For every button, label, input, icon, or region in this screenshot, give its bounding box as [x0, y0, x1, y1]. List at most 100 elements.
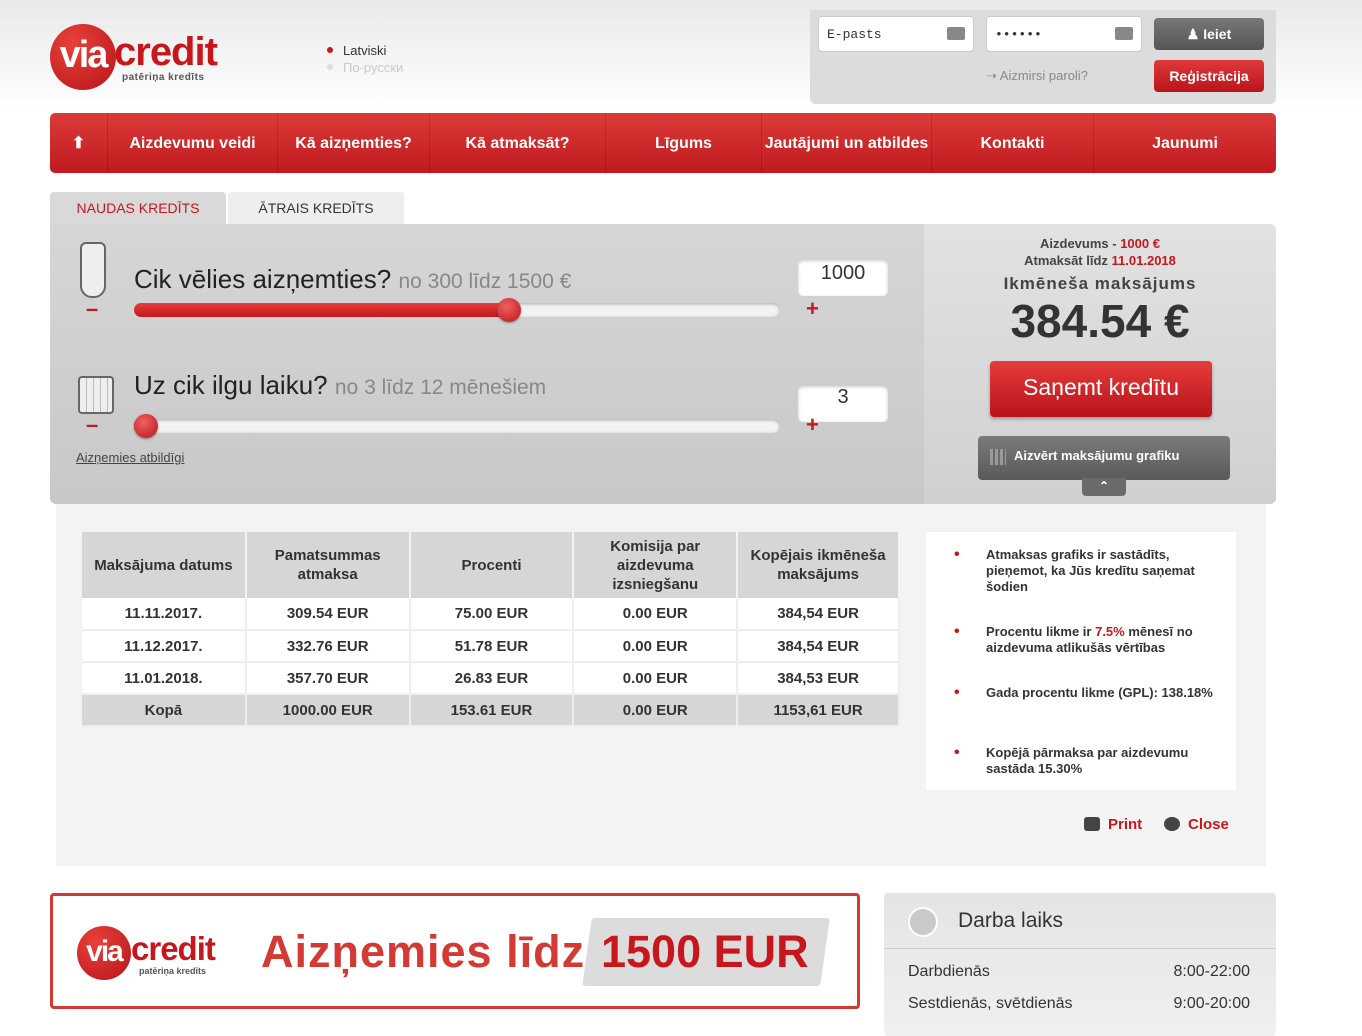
cell-total: 384,53 EUR [737, 662, 900, 695]
loan-value: 1000 € [1120, 236, 1160, 251]
email-field[interactable]: E-pasts [818, 16, 974, 52]
period-minus-button[interactable]: – [86, 412, 98, 438]
bullet-icon: • [954, 744, 960, 761]
banner-logo-tagline: patēriņa kredīts [139, 966, 207, 976]
amount-slider[interactable] [134, 298, 780, 322]
home-icon[interactable]: ⬆ [50, 113, 108, 173]
close-icon [1164, 817, 1180, 831]
nav-item-contract[interactable]: Līgums [606, 113, 762, 173]
table-total-row: Kopā 1000.00 EUR 153.61 EUR 0.00 EUR 115… [82, 694, 900, 727]
amount-question: Cik vēlies aizņemties? no 300 līdz 1500 … [134, 264, 571, 295]
amount-hint: no 300 līdz 1500 € [398, 270, 572, 293]
cell-interest: 75.00 EUR [409, 598, 575, 631]
chevron-up-icon[interactable]: ⌃ [1082, 478, 1126, 496]
repay-label: Atmaksāt līdz [1024, 253, 1112, 268]
nav-item-loan-types[interactable]: Aizdevumu veidi [108, 113, 278, 173]
user-icon: ♟ [1186, 26, 1204, 42]
grid-icon [990, 449, 1006, 465]
nav-item-how-to-borrow[interactable]: Kā aizņemties? [278, 113, 430, 173]
hours-row: Darbdienās 8:00-22:00 [908, 963, 1250, 981]
print-button[interactable]: Print [1084, 816, 1142, 833]
hours-label: Darbdienās [908, 963, 990, 980]
amount-minus-button[interactable]: – [86, 296, 98, 322]
working-hours-title: Darba laiks [958, 909, 1064, 932]
nav-item-how-to-repay[interactable]: Kā atmaksāt? [430, 113, 606, 173]
monthly-payment-amount: 384.54 € [1010, 295, 1190, 347]
note-rate: 7.5% [1095, 624, 1125, 639]
cell-principal: 357.70 EUR [245, 662, 411, 695]
banner-text: Aizņemies līdz [261, 926, 586, 977]
language-russian[interactable]: По-русски [325, 59, 403, 76]
cell-principal: 1000.00 EUR [245, 694, 411, 727]
login-button[interactable]: ♟ Ieiet [1154, 18, 1264, 50]
language-switcher: Latviski По-русски [325, 42, 403, 76]
schedule-table: Maksājuma datums Pamatsummas atmaksa Pro… [82, 532, 900, 727]
password-value: •••••• [995, 27, 1042, 42]
col-commission: Komisija par aizdevuma izsniegšanu [573, 532, 739, 598]
cell-commission: 0.00 EUR [573, 598, 739, 631]
cell-interest: 26.83 EUR [409, 662, 575, 695]
logo[interactable]: via credit patēriņa kredīts [50, 24, 220, 90]
amount-slider-fill [134, 303, 509, 317]
note-text: Procentu likme ir [986, 624, 1096, 639]
period-hint: no 3 līdz 12 mēnešiem [334, 376, 547, 399]
note-text: Gada procentu likme (GPL): 138.18% [986, 685, 1213, 700]
monthly-payment-label: Ikmēneša maksājums [1003, 274, 1197, 293]
cell-date: 11.12.2017. [82, 630, 247, 663]
amount-slider-handle[interactable] [497, 298, 521, 322]
hours-value: 8:00-22:00 [1173, 963, 1250, 980]
language-latvian[interactable]: Latviski [325, 42, 403, 59]
period-slider-handle[interactable] [134, 414, 158, 438]
banner-amount: 1500 EUR [601, 926, 809, 977]
cell-commission: 0.00 EUR [573, 694, 739, 727]
cell-total: 1153,61 EUR [737, 694, 900, 727]
responsible-borrowing-link[interactable]: Aizņemies atbildīgi [76, 450, 184, 465]
nav-item-news[interactable]: Jaunumi [1094, 113, 1276, 173]
amount-input[interactable]: 1000 [798, 260, 888, 296]
money-hand-icon [80, 242, 106, 298]
note-text: Kopējā pārmaksa par aizdevumu sastāda 15… [986, 745, 1189, 776]
col-payment-date: Maksājuma datums [82, 532, 247, 598]
login-button-label: Ieiet [1203, 26, 1232, 42]
get-credit-button[interactable]: Saņemt kredītu [990, 361, 1212, 417]
repay-date-line: Atmaksāt līdz 11.01.2018 [924, 253, 1276, 268]
period-slider[interactable] [134, 414, 780, 438]
tab-cash-credit[interactable]: NAUDAS KREDĪTS [50, 192, 226, 226]
cell-principal: 309.54 EUR [245, 598, 411, 631]
register-button[interactable]: Reģistrācija [1154, 60, 1264, 92]
table-row: 11.01.2018. 357.70 EUR 26.83 EUR 0.00 EU… [82, 662, 900, 695]
nav-item-contacts[interactable]: Kontakti [932, 113, 1094, 173]
cell-total: 384,54 EUR [737, 598, 900, 631]
tab-quick-credit[interactable]: ĀTRAIS KREDĪTS [228, 192, 404, 226]
keyboard-icon[interactable] [947, 27, 965, 40]
period-plus-button[interactable]: + [806, 412, 819, 438]
col-interest: Procenti [409, 532, 575, 598]
password-field[interactable]: •••••• [986, 16, 1142, 52]
cell-commission: 0.00 EUR [573, 630, 739, 663]
keyboard-icon[interactable] [1115, 27, 1133, 40]
loan-amount-line: Aizdevums - 1000 € [924, 236, 1276, 251]
arrow-right-icon: ➝ [986, 68, 1000, 83]
promo-banner[interactable]: via credit patēriņa kredīts Aizņemies lī… [50, 893, 860, 1009]
close-button[interactable]: Close [1164, 816, 1229, 833]
forgot-password-link[interactable]: ➝ Aizmirsi paroli? [986, 68, 1088, 84]
bullet-icon: • [954, 684, 960, 701]
nav-item-faq[interactable]: Jautājumi un atbildes [762, 113, 932, 173]
hours-label: Sestdienās, svētdienās [908, 995, 1073, 1012]
amount-plus-button[interactable]: + [806, 296, 819, 322]
bullet-icon: • [954, 546, 960, 563]
close-schedule-label: Aizvērt maksājumu grafiku [1014, 448, 1180, 463]
note-item: • Atmaksas grafiks ir sastādīts, pieņemot… [954, 547, 1226, 595]
table-row: 11.12.2017. 332.76 EUR 51.78 EUR 0.00 EU… [82, 630, 900, 663]
note-item: • Procentu likme ir 7.5% mēnesī no aizdev… [954, 624, 1226, 656]
cell-total: 384,54 EUR [737, 630, 900, 663]
logo-tagline: patēriņa kredīts [122, 72, 205, 83]
loan-summary: Aizdevums - 1000 € Atmaksāt līdz 11.01.2… [924, 224, 1276, 504]
working-hours: Darba laiks Darbdienās 8:00-22:00 Sestdi… [884, 893, 1276, 1036]
login-panel: E-pasts •••••• ♟ Ieiet ➝ Aizmirsi paroli… [810, 10, 1276, 104]
close-schedule-button[interactable]: Aizvērt maksājumu grafiku ⌃ [978, 436, 1230, 496]
col-total-monthly: Kopējais ikmēneša maksājums [737, 532, 900, 598]
working-hours-header: Darba laiks [884, 893, 1276, 949]
email-placeholder: E-pasts [827, 27, 882, 42]
loan-calculator: Cik vēlies aizņemties? no 300 līdz 1500 … [50, 224, 924, 504]
